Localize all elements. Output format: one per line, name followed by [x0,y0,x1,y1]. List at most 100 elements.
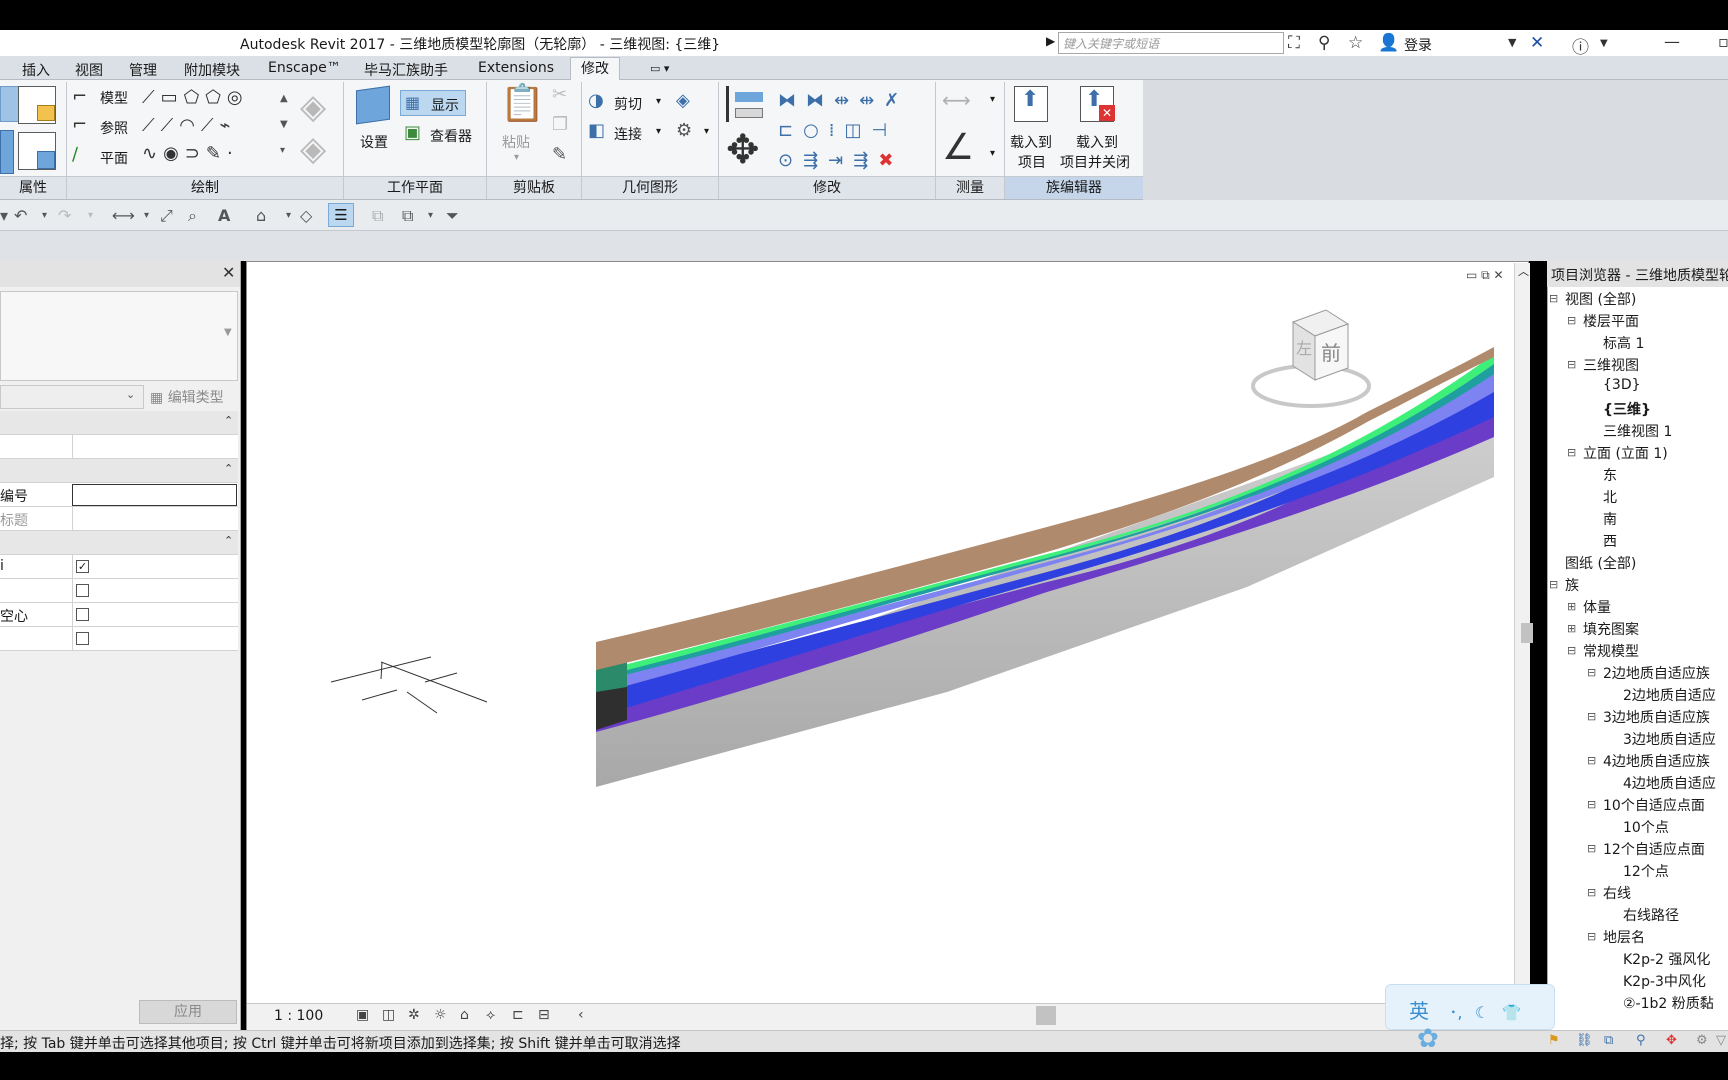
paste-icon[interactable]: 📋 [500,86,545,122]
sun-path-icon[interactable]: ✲ [408,1007,420,1023]
model-line-icon[interactable]: ⌐ [72,88,87,106]
tree-collapse-icon[interactable]: ⊟ [1567,644,1576,657]
text-icon[interactable]: A [218,206,230,225]
browser-tree-item[interactable]: 3边地质自适应族 [1603,707,1710,727]
measure-tool-icon[interactable]: ⟷ [112,206,135,225]
browser-tree-item[interactable]: 东 [1603,465,1617,485]
browser-tree-item[interactable]: 西 [1603,531,1617,551]
select-underlay-icon[interactable]: ⧉ [1604,1033,1613,1048]
detail-level-icon[interactable]: ▣ [356,1007,369,1023]
modify-tools-grid[interactable]: ⧓⧓⇹⇹✗ ⊏○⁞◫⊣ ⊙⇶⇥⇶✖ [778,86,918,176]
pick-walls-icon[interactable]: ◈ [300,132,326,166]
visual-style-icon[interactable]: ◫ [382,1007,395,1023]
property-group-header[interactable]: ⌃ [0,531,238,555]
load-into-project-line1[interactable]: 载入到 [1010,132,1052,152]
browser-tree-item[interactable]: {3D} [1603,377,1641,393]
measure-between-icon[interactable]: ⟷ [942,90,971,110]
search-expand-icon[interactable]: ▶ [1046,34,1055,48]
thin-lines-icon[interactable]: ☰ [328,203,354,227]
cut-dropdown-icon[interactable]: ▾ [656,96,661,107]
load-into-project-icon[interactable]: ⬆ [1014,86,1048,122]
subscription-icon[interactable]: ⚲ [1318,33,1330,53]
set-workplane-icon[interactable] [356,85,390,125]
browser-tree-item[interactable]: 10个点 [1623,817,1669,837]
collapse-icon[interactable]: ⌃ [224,534,233,547]
browser-tree-item[interactable]: 10个自适应点面 [1603,795,1705,815]
viewcube[interactable] [1251,309,1371,408]
temporary-hide-icon[interactable]: ⊟ [538,1007,550,1023]
help-icon[interactable]: ⓘ [1572,33,1589,58]
section-icon[interactable]: ◇ [300,206,312,225]
ime-language-label[interactable]: 英 [1409,999,1429,1023]
measure-dropdown-icon[interactable]: ▾ [990,94,995,105]
browser-tree-item[interactable]: 12个点 [1623,861,1669,881]
cut-geometry-icon[interactable]: ◑ [588,92,604,110]
instance-filter-dropdown[interactable] [0,385,144,409]
edit-type-button[interactable]: ▦ 编辑类型 [150,387,224,407]
paste-dropdown-icon[interactable]: ▾ [514,152,519,163]
match-properties-icon[interactable]: ✎ [552,146,567,164]
browser-tree-item[interactable]: 右线 [1603,883,1631,903]
tab-enscape[interactable]: Enscape™ [268,60,341,76]
browser-tree-item[interactable]: 4边地质自适应 [1623,773,1716,793]
dimension-dropdown-icon[interactable]: ▾ [990,148,995,159]
shadows-icon[interactable]: ☼ [434,1007,447,1023]
filter-icon[interactable]: ▽ [1716,1033,1726,1048]
browser-tree-item[interactable]: 填充图案 [1583,619,1639,639]
redo-icon[interactable]: ↷ [58,206,71,225]
paste-button[interactable]: 粘贴 [502,132,530,152]
browser-tree-item[interactable]: 地层名 [1603,927,1645,947]
tree-expand-icon[interactable]: ⊞ [1567,622,1576,635]
browser-tree-item[interactable]: ②-1b2 粉质黏 [1623,993,1714,1013]
ime-moon-icon[interactable]: ☾ [1475,1003,1489,1022]
align-icon[interactable] [726,86,764,122]
void-dropdown-icon[interactable]: ▾ [704,126,709,137]
copy-icon[interactable]: ❐ [552,116,568,134]
render-icon[interactable]: ⌂ [460,1007,469,1023]
load-and-close-line1[interactable]: 载入到 [1076,132,1118,152]
tab-manage[interactable]: 管理 [129,60,157,80]
browser-tree-item[interactable]: 南 [1603,509,1617,529]
property-group-header[interactable]: ⌃ [0,411,238,435]
select-pinned-icon[interactable]: ⚲ [1636,1033,1646,1048]
browser-tree-item[interactable]: 4边地质自适应族 [1603,751,1710,771]
family-types-icon[interactable] [18,86,56,124]
gallery-scroll-icon[interactable]: ▲ ▼ ▾ [280,86,288,164]
apply-button[interactable]: 应用 [139,1000,237,1024]
browser-tree-item[interactable]: 三维视图 [1583,355,1639,375]
browser-tree-item[interactable]: 2边地质自适应族 [1603,663,1710,683]
browser-tree-item[interactable]: 2边地质自适应 [1623,685,1716,705]
load-and-close-icon[interactable]: ⬆ ✕ [1080,86,1115,122]
help-dropdown-icon[interactable]: ▼ [1600,38,1608,49]
select-links-icon[interactable]: ⛓ [1576,1033,1593,1048]
browser-tree-item[interactable]: K2p-2 强风化 [1623,949,1710,969]
ref-plane-icon[interactable]: ∕ [72,146,78,164]
browser-tree-item[interactable]: {三维} [1603,399,1651,419]
scroll-left-icon[interactable]: ‹ [578,1007,584,1023]
tree-collapse-icon[interactable]: ⊟ [1567,446,1576,459]
tab-bimahui[interactable]: 毕马汇族助手 [364,60,448,80]
vertical-scroll-thumb[interactable] [1521,623,1533,643]
workplane-set-button[interactable]: 设置 [360,132,388,152]
browser-tree-item[interactable]: 族 [1565,575,1579,595]
tab-modify[interactable]: 修改 [570,57,620,81]
browser-tree-item[interactable]: 北 [1603,487,1617,507]
viewport-window-controls[interactable]: ▭ ⧉ ✕ [1466,268,1504,283]
switch-windows-dropdown-icon[interactable]: ▾ [428,210,433,221]
join-geometry-icon[interactable]: ◧ [588,122,605,140]
tree-collapse-icon[interactable]: ⊟ [1587,754,1596,767]
switch-windows-icon[interactable]: ⧉ [402,206,413,226]
tree-collapse-icon[interactable]: ⊟ [1567,358,1576,371]
property-checkbox[interactable] [76,608,89,621]
browser-tree-item[interactable]: 立面 (立面 1) [1583,443,1668,463]
tab-view[interactable]: 视图 [75,60,103,80]
property-checkbox[interactable]: ✓ [76,560,89,573]
tree-collapse-icon[interactable]: ⊟ [1587,710,1596,723]
cut-icon[interactable]: ✂ [552,86,567,104]
split-face-icon[interactable]: ◈ [676,92,690,110]
measure-tool-dropdown-icon[interactable]: ▾ [144,210,149,221]
angular-dimension-icon[interactable]: ∠ [942,130,974,166]
user-icon[interactable]: 👤 [1378,33,1399,53]
collapse-icon[interactable]: ⌃ [224,414,233,427]
workplane-viewer-icon[interactable]: ▣ [404,124,421,142]
